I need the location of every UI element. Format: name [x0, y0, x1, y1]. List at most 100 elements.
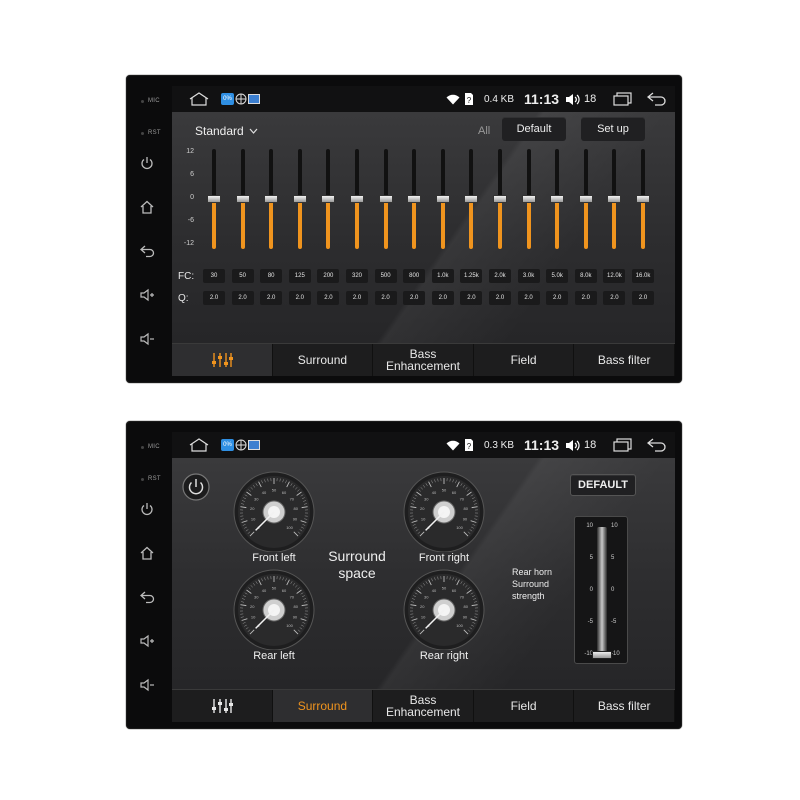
q-cell[interactable]: 2.0	[346, 291, 368, 305]
eq-knob[interactable]	[464, 195, 479, 203]
mic-label: MIC	[141, 444, 160, 450]
dial-label: Rear right	[419, 650, 469, 662]
tab-field[interactable]: Field	[474, 690, 575, 722]
strength-knob[interactable]	[592, 651, 612, 659]
q-cell[interactable]: 2.0	[431, 291, 454, 305]
rst-label[interactable]: RST	[141, 130, 161, 136]
dial-tick-label: 60	[282, 588, 287, 593]
preset-selector[interactable]: Standard	[195, 124, 258, 138]
q-cell[interactable]: 2.0	[317, 291, 340, 305]
default-button[interactable]: Default	[502, 117, 566, 141]
q-cell[interactable]: 2.0	[460, 291, 483, 305]
frequency-cell[interactable]: 500	[374, 269, 397, 283]
power-icon[interactable]	[139, 156, 155, 170]
volume-down-icon[interactable]	[139, 678, 155, 692]
speaker-dial[interactable]: 0102030405060708090100Front left	[222, 468, 326, 564]
tab-bass-filter-label: Bass filter	[597, 353, 651, 367]
eq-knob[interactable]	[292, 195, 307, 203]
eq-knob[interactable]	[521, 195, 536, 203]
screen: 0% ? 0.4 KB 11:13 18 Standard All Defaul…	[172, 86, 675, 376]
eq-knob[interactable]	[435, 195, 450, 203]
eq-fill	[583, 199, 588, 249]
eq-knob[interactable]	[607, 195, 622, 203]
eq-knob[interactable]	[578, 195, 593, 203]
frequency-cell[interactable]: 5.0k	[546, 269, 569, 283]
home-icon[interactable]	[139, 546, 155, 560]
tab-bass-filter[interactable]: Bass filter	[574, 344, 675, 376]
frequency-cell[interactable]: 3.0k	[517, 269, 540, 283]
eq-fill	[641, 199, 645, 249]
q-cell[interactable]: 2.0	[374, 291, 397, 305]
eq-fill	[555, 199, 560, 249]
tab-bass-enhancement[interactable]: Bass Enhancement	[373, 690, 474, 722]
tab-bass-enhancement[interactable]: Bass Enhancement	[373, 344, 474, 376]
q-cell[interactable]: 2.0	[632, 291, 654, 305]
eq-knob[interactable]	[550, 195, 565, 203]
tab-equalizer[interactable]	[172, 344, 273, 376]
home-outline-icon[interactable]	[188, 438, 210, 452]
q-cell[interactable]: 2.0	[203, 291, 225, 305]
volume-up-icon[interactable]	[139, 634, 155, 648]
q-cell[interactable]: 2.0	[603, 291, 626, 305]
q-cell[interactable]: 2.0	[260, 291, 283, 305]
speaker-dial[interactable]: 0102030405060708090100Rear left	[222, 566, 326, 662]
tab-surround[interactable]: Surround	[273, 344, 374, 376]
back-arrow-icon[interactable]	[647, 438, 667, 452]
speaker-dial[interactable]: 0102030405060708090100Front right	[392, 468, 496, 564]
data-rate: 0.3 KB	[484, 440, 515, 451]
all-label[interactable]: All	[478, 125, 490, 137]
home-outline-icon[interactable]	[188, 92, 210, 106]
tab-surround[interactable]: Surround	[272, 690, 374, 722]
eq-knob[interactable]	[321, 195, 336, 203]
q-cell[interactable]: 2.0	[288, 291, 311, 305]
frequency-cell[interactable]: 1.0k	[431, 269, 454, 283]
recent-apps-icon[interactable]	[613, 438, 633, 452]
power-toggle-icon[interactable]	[182, 473, 210, 501]
frequency-cell[interactable]: 2.0k	[489, 269, 511, 283]
frequency-cell[interactable]: 800	[403, 269, 426, 283]
eq-knob[interactable]	[350, 195, 364, 203]
dial-tick-label: 10	[421, 614, 426, 619]
frequency-cell[interactable]: 200	[317, 269, 340, 283]
frequency-cell[interactable]: 80	[260, 269, 283, 283]
rst-label[interactable]: RST	[141, 476, 161, 482]
power-icon[interactable]	[139, 502, 155, 516]
eq-knob[interactable]	[636, 195, 650, 203]
eq-knob[interactable]	[264, 195, 279, 203]
surround-default-button[interactable]: DEFAULT	[570, 474, 636, 496]
frequency-cell[interactable]: 30	[203, 269, 225, 283]
q-cell[interactable]: 2.0	[517, 291, 540, 305]
eq-knob[interactable]	[493, 195, 507, 203]
q-cell[interactable]: 2.0	[489, 291, 511, 305]
strength-tick-label: 5	[611, 555, 615, 561]
tab-equalizer[interactable]	[172, 690, 273, 722]
frequency-cell[interactable]: 320	[346, 269, 368, 283]
frequency-cell[interactable]: 16.0k	[632, 269, 654, 283]
tab-field[interactable]: Field	[474, 344, 575, 376]
frequency-cell[interactable]: 125	[288, 269, 311, 283]
eq-knob[interactable]	[378, 195, 393, 203]
eq-knob[interactable]	[207, 195, 221, 203]
volume-down-icon[interactable]	[139, 332, 155, 346]
volume-up-icon[interactable]	[139, 288, 155, 302]
dial-tick-label: 10	[421, 516, 426, 521]
back-icon[interactable]	[139, 244, 155, 258]
frequency-cell[interactable]: 8.0k	[574, 269, 597, 283]
strength-slider[interactable]: 10 10 5 5 0 0 -5 -5 -10 -10	[574, 516, 628, 664]
back-arrow-icon[interactable]	[647, 92, 667, 106]
q-cell[interactable]: 2.0	[574, 291, 597, 305]
eq-knob[interactable]	[407, 195, 422, 203]
setup-button[interactable]: Set up	[581, 117, 645, 141]
tab-bass-filter[interactable]: Bass filter	[574, 690, 675, 722]
frequency-cell[interactable]: 1.25k	[460, 269, 483, 283]
q-cell[interactable]: 2.0	[231, 291, 254, 305]
frequency-cell[interactable]: 50	[231, 269, 254, 283]
back-icon[interactable]	[139, 590, 155, 604]
home-icon[interactable]	[139, 200, 155, 214]
frequency-cell[interactable]: 12.0k	[603, 269, 626, 283]
speaker-dial[interactable]: 0102030405060708090100Rear right	[392, 566, 496, 662]
eq-knob[interactable]	[235, 195, 250, 203]
q-cell[interactable]: 2.0	[403, 291, 426, 305]
recent-apps-icon[interactable]	[613, 92, 633, 106]
q-cell[interactable]: 2.0	[546, 291, 569, 305]
